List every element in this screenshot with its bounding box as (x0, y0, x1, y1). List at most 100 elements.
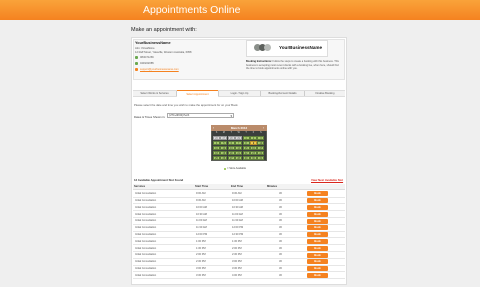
book-button[interactable]: Book (307, 252, 328, 258)
calendar-day[interactable]: 14 (235, 146, 243, 150)
slot-end-time: 2:00 PM (232, 246, 242, 250)
calendar-day[interactable]: 29 (242, 156, 250, 160)
slot-end-time: 3:30 PM (232, 267, 242, 270)
calendar-day[interactable]: 22 (242, 151, 250, 155)
slot-minutes: 30 (279, 199, 282, 202)
slot-start-time: 1:30 PM (196, 246, 206, 250)
calendar-day[interactable]: 1 (242, 136, 250, 140)
book-button[interactable]: Book (307, 272, 328, 278)
business-mobile: 0403/22085 (140, 61, 154, 65)
mobile-icon (135, 61, 138, 65)
calendar-day[interactable]: 17 (257, 146, 265, 150)
book-button[interactable]: Book (307, 204, 328, 210)
slot-service: Initial Consultation (135, 199, 157, 202)
calendar-day[interactable]: 15 (242, 146, 250, 150)
calendar-day[interactable]: 25 (213, 156, 220, 160)
slot-minutes: 30 (279, 246, 282, 250)
slot-minutes: 30 (279, 219, 282, 223)
calendar-weekday: F (252, 132, 255, 134)
calendar-day[interactable]: 27 (227, 156, 235, 160)
calendar-weekday: S (260, 132, 262, 134)
calendar-day[interactable]: 31 (257, 156, 265, 160)
calendar-day[interactable]: 4 (213, 141, 220, 145)
calendar-day[interactable]: 19 (220, 151, 228, 155)
book-button[interactable]: Book (307, 225, 328, 231)
business-email-link[interactable]: support@yourbusinessname.com (140, 68, 179, 71)
calendar-day[interactable]: 9 (250, 141, 257, 145)
calendar-day[interactable]: 30 (250, 156, 257, 160)
slot-start-time: 10:30 AM (196, 212, 207, 216)
timezone-label: Dates & Times Shown in: (134, 115, 166, 119)
step-finalise[interactable]: Finalise Booking (305, 90, 345, 97)
calendar-day[interactable]: 10 (257, 141, 265, 145)
calendar-day[interactable]: 28 (235, 156, 243, 160)
calendar-weekday: W (237, 132, 240, 134)
calendar-day[interactable]: 29 (235, 136, 243, 140)
book-button[interactable]: Book (307, 238, 328, 244)
slot-end-time: 12:30 PM (232, 233, 244, 236)
slot-end-time: 4:00 PM (232, 273, 242, 277)
calendar-day[interactable]: 20 (227, 151, 235, 155)
calendar-day[interactable]: 6 (227, 141, 235, 145)
step-booking-details[interactable]: Booking/Account Details (261, 90, 304, 97)
instructions-note: Please select the date and time you wish… (134, 103, 239, 107)
calendar-day[interactable]: 3 (257, 136, 265, 140)
page-heading: Make an appointment with: (131, 27, 197, 33)
calendar-day[interactable]: 26 (220, 156, 228, 160)
calendar-day[interactable]: 21 (235, 151, 243, 155)
business-address-line: 12 Raff Street, Yokeville, Western Austr… (135, 50, 192, 54)
calendar-day[interactable]: 12 (220, 146, 228, 150)
calendar-prev-icon[interactable]: ‹ (213, 126, 214, 130)
calendar-month: March 2012 (211, 125, 267, 131)
slot-end-time: 10:00 AM (232, 199, 243, 202)
calendar-day[interactable]: 28 (227, 136, 235, 140)
book-button[interactable]: Book (307, 232, 328, 238)
calendar-day[interactable]: 8 (242, 141, 250, 145)
slot-minutes: 30 (279, 267, 282, 270)
table-row-divider (133, 216, 345, 218)
book-button[interactable]: Book (307, 198, 328, 204)
slot-service: Initial Consultation (135, 239, 157, 243)
calendar-day[interactable]: 11 (213, 146, 220, 150)
calendar-day[interactable]: 7 (235, 141, 243, 145)
table-row-divider (133, 250, 345, 252)
step-select-works[interactable]: Select Works & Services (133, 90, 176, 97)
calendar-day[interactable]: 18 (213, 151, 220, 155)
timezone-select[interactable]: (UTC+08:00) Perth (167, 113, 234, 118)
col-minutes: Minutes (266, 184, 306, 190)
book-button[interactable]: Book (307, 245, 328, 251)
step-select-appointment[interactable]: Select Appointment (177, 90, 218, 97)
step-login[interactable]: Login / Sign Up (219, 90, 260, 97)
col-end-time: End Time (230, 184, 266, 190)
next-available-link[interactable]: View Next Available Slot (311, 178, 343, 182)
slot-end-time: 11:30 AM (232, 219, 243, 223)
slot-minutes: 30 (279, 192, 282, 196)
slot-end-time: 10:30 AM (232, 205, 243, 209)
calendar-day[interactable]: 24 (257, 151, 265, 155)
slot-end-time: 1:30 PM (232, 239, 242, 243)
calendar-next-icon[interactable]: › (263, 126, 264, 130)
calendar-day[interactable]: 26 (213, 136, 220, 140)
logo-text: YourBusinessName (279, 45, 323, 50)
calendar-day[interactable]: 16 (250, 146, 257, 150)
slot-minutes: 30 (279, 253, 282, 257)
phone-icon (135, 55, 138, 59)
slot-start-time: 3:30 PM (196, 273, 206, 277)
slot-start-time: 2:30 PM (196, 260, 206, 264)
calendar-day[interactable]: 27 (220, 136, 228, 140)
slot-end-time: 2:30 PM (232, 253, 242, 257)
book-button[interactable]: Book (307, 266, 328, 272)
calendar-weekday: T (230, 132, 232, 134)
slot-service: Initial Consultation (135, 260, 157, 264)
book-button[interactable]: Book (307, 191, 328, 197)
slot-start-time: 11:00 AM (196, 219, 207, 223)
calendar-day[interactable]: 5 (220, 141, 228, 145)
calendar-day[interactable]: 13 (227, 146, 235, 150)
calendar-day[interactable]: 23 (250, 151, 257, 155)
calendar-day[interactable]: 2 (250, 136, 257, 140)
book-button[interactable]: Book (307, 218, 328, 224)
book-button[interactable]: Book (307, 211, 328, 217)
book-button[interactable]: Book (307, 259, 328, 265)
slot-end-time: 9:30 AM (232, 192, 242, 196)
slot-service: Initial Consultation (135, 212, 157, 216)
